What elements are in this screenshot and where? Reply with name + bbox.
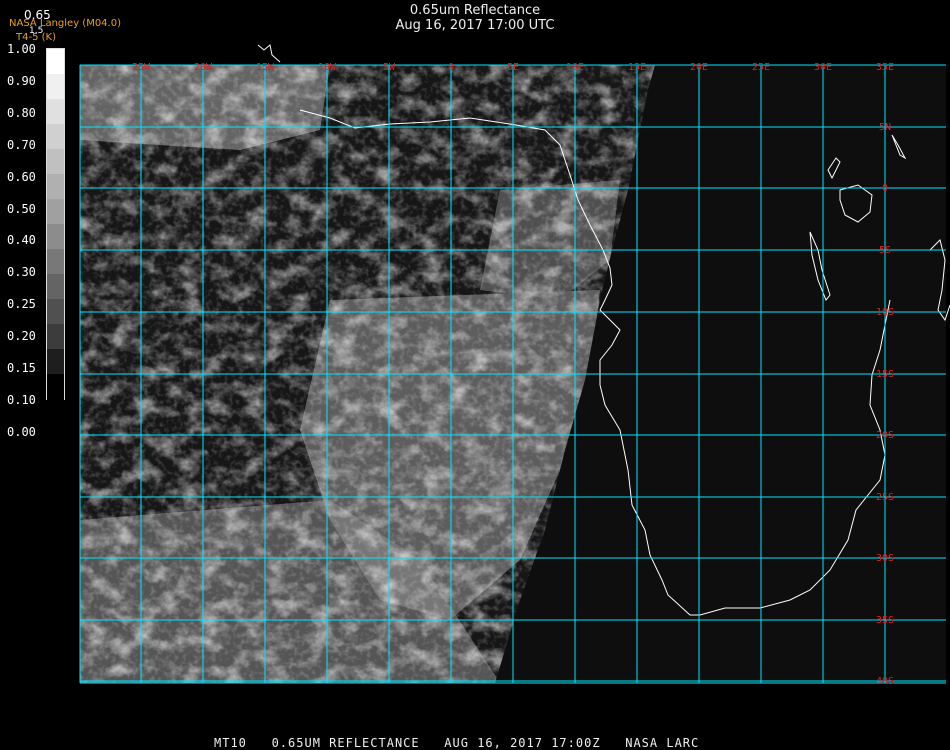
colorbar-segment	[47, 149, 64, 175]
overlap-label-mid: 1.5	[29, 26, 44, 36]
reflectance-map: 25W 20W 15W 10W 5W 0 5E 10E 15E 20E 25E 30E 35E 5N 0 5S…	[79, 44, 950, 687]
colorbar-label: 0.70	[7, 137, 36, 152]
latitude-label: 20S	[876, 430, 894, 441]
colorbar-label: 0.80	[7, 105, 36, 120]
longitude-label: 15E	[628, 62, 646, 73]
latitude-label: 30S	[876, 553, 894, 564]
colorbar-label: 0.30	[7, 265, 36, 280]
product-title: 0.65um Reflectance	[409, 3, 541, 18]
colorbar-segment	[47, 274, 64, 300]
colorbar	[46, 48, 65, 400]
colorbar-label: 0.50	[7, 201, 36, 216]
latitude-label: 5N	[879, 122, 891, 133]
longitude-label: 5W	[383, 62, 396, 73]
longitude-label: 15W	[256, 62, 275, 73]
latitude-label: 40S	[876, 676, 894, 687]
colorbar-label: 0.25	[7, 297, 36, 312]
colorbar-segment	[47, 74, 64, 100]
longitude-label: 0	[448, 62, 454, 73]
western-sahara-coast	[257, 44, 281, 63]
longitude-label: 10W	[318, 62, 337, 73]
colorbar-segment	[47, 199, 64, 225]
colorbar-segment	[47, 224, 64, 250]
colorbar-label: 0.15	[7, 361, 36, 375]
overlap-label-top: 0.65	[24, 8, 51, 22]
colorbar-segment	[47, 374, 64, 400]
colorbar-segment	[47, 324, 64, 350]
longitude-label: 20E	[690, 62, 708, 73]
longitude-label: 5E	[507, 62, 519, 73]
colorbar-segment	[47, 299, 64, 325]
colorbar-segment	[47, 49, 64, 75]
colorbar-label: 0.90	[7, 73, 36, 88]
colorbar-label: 0.40	[7, 233, 36, 248]
longitude-label: 20W	[194, 62, 213, 73]
valid-time: Aug 16, 2017 17:00 UTC	[395, 18, 555, 33]
latitude-label: 25S	[876, 492, 894, 503]
latitude-label: 0	[882, 183, 888, 194]
longitude-label: 25E	[752, 62, 770, 73]
colorbar-segment	[47, 124, 64, 150]
longitude-label: 35E	[876, 62, 894, 73]
latitude-label: 15S	[876, 369, 894, 380]
colorbar-segment	[47, 249, 64, 275]
latitude-label: 10S	[876, 307, 894, 318]
colorbar-label: 0.60	[7, 169, 36, 184]
latitude-label: 35S	[876, 615, 894, 626]
longitude-label: 30E	[814, 62, 832, 73]
colorbar-label: 0.20	[7, 329, 36, 344]
colorbar-segment	[47, 99, 64, 125]
colorbar-label: 0.10	[7, 392, 36, 407]
colorbar-label: 1.00	[7, 42, 36, 56]
colorbar-segment	[47, 349, 64, 375]
satellite-viewer: 25W 20W 15W 10W 5W 0 5E 10E 15E 20E 25E 30E 35E 5N 0 5S…	[0, 0, 950, 750]
longitude-label: 10E	[566, 62, 584, 73]
latitude-label: 5S	[879, 245, 891, 256]
footer-caption: MT10 0.65UM REFLECTANCE AUG 16, 2017 17:…	[214, 736, 700, 750]
longitude-label: 25W	[132, 62, 151, 73]
colorbar-segment	[47, 174, 64, 200]
colorbar-label: 0.00	[7, 424, 36, 439]
